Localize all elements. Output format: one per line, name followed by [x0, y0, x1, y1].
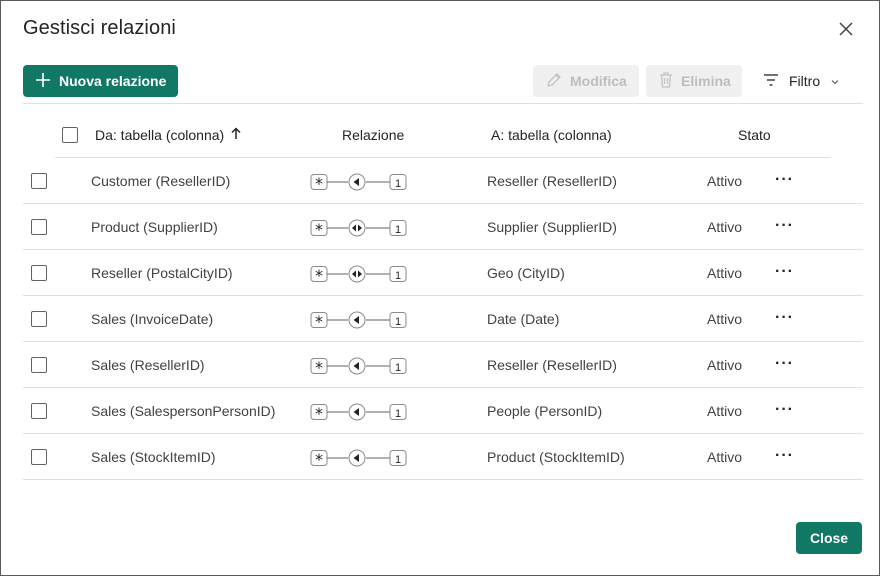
one-label: 1 — [395, 408, 401, 420]
edit-button[interactable]: Modifica — [533, 65, 639, 97]
from-cell: Sales (ResellerID) — [91, 357, 205, 373]
many-label: * — [315, 450, 323, 468]
new-relationship-button[interactable]: Nuova relazione — [23, 65, 179, 97]
from-cell: Customer (ResellerID) — [91, 173, 231, 189]
manage-relationships-dialog: Gestisci relazioni Nuova relazione Modif… — [0, 0, 880, 576]
to-cell: Geo (CityID) — [487, 265, 565, 281]
one-label: 1 — [395, 178, 401, 190]
more-icon[interactable]: ··· — [775, 217, 794, 235]
from-cell: Product (SupplierID) — [91, 219, 218, 235]
filter-icon — [763, 73, 779, 90]
row-checkbox[interactable] — [31, 311, 47, 327]
one-label: 1 — [395, 454, 401, 466]
row-checkbox[interactable] — [31, 265, 47, 281]
toolbar: Nuova relazione Modifica Elimina Filtro — [23, 65, 863, 97]
table-row[interactable]: Reseller (PostalCityID) * 1 Geo (CityID) Att… — [23, 250, 863, 296]
table-row[interactable]: Sales (StockItemID) * 1 Product (StockItemI… — [23, 434, 863, 480]
close-button[interactable]: Close — [796, 522, 862, 554]
table-row[interactable]: Product (SupplierID) * 1 Supplier (Supplier… — [23, 204, 863, 250]
column-header-to: A: tabella (colonna) — [491, 127, 612, 143]
relationship-cardinality-icon: * 1 — [310, 172, 410, 193]
table-row[interactable]: Sales (ResellerID) * 1 Reseller (ResellerID… — [23, 342, 863, 388]
status-cell: Attivo — [707, 357, 743, 373]
from-cell: Sales (InvoiceDate) — [91, 311, 214, 327]
more-icon[interactable]: ··· — [775, 447, 794, 465]
row-checkbox[interactable] — [31, 219, 47, 235]
row-checkbox[interactable] — [31, 449, 47, 465]
more-icon[interactable]: ··· — [775, 401, 794, 419]
trash-icon — [658, 71, 674, 92]
select-all-checkbox[interactable] — [62, 127, 78, 143]
one-label: 1 — [395, 316, 401, 328]
to-cell: People (PersonID) — [487, 403, 603, 419]
many-label: * — [315, 404, 323, 422]
delete-label: Elimina — [681, 73, 731, 89]
many-label: * — [315, 174, 323, 192]
more-icon[interactable]: ··· — [775, 355, 794, 373]
table-row[interactable]: Customer (ResellerID) * 1 Reseller (Reselle… — [23, 158, 863, 204]
new-relationship-label: Nuova relazione — [59, 73, 167, 89]
to-cell: Supplier (SupplierID) — [487, 219, 617, 235]
table-row[interactable]: Sales (InvoiceDate) * 1 Date (Date) Attivo ··… — [23, 296, 863, 342]
status-cell: Attivo — [707, 403, 743, 419]
dialog-title: Gestisci relazioni — [23, 17, 176, 39]
status-cell: Attivo — [707, 265, 743, 281]
to-cell: Product (StockItemID) — [487, 449, 625, 465]
more-icon[interactable]: ··· — [775, 171, 794, 189]
arrow-up-icon — [231, 127, 241, 143]
chevron-down-icon — [830, 73, 840, 89]
relationship-cardinality-icon: * 1 — [310, 264, 410, 285]
row-checkbox[interactable] — [31, 173, 47, 189]
pencil-icon — [545, 71, 563, 92]
row-checkbox[interactable] — [31, 357, 47, 373]
table-header: Da: tabella (colonna) Relazione A: tabel… — [55, 113, 831, 158]
to-cell: Date (Date) — [487, 311, 560, 327]
more-icon[interactable]: ··· — [775, 309, 794, 327]
column-header-from[interactable]: Da: tabella (colonna) — [95, 127, 241, 143]
to-cell: Reseller (ResellerID) — [487, 357, 617, 373]
relationship-cardinality-icon: * 1 — [310, 448, 410, 469]
edit-label: Modifica — [570, 73, 627, 89]
column-header-status: Stato — [738, 127, 771, 143]
close-icon[interactable] — [837, 20, 855, 38]
more-icon[interactable]: ··· — [775, 263, 794, 281]
from-cell: Sales (StockItemID) — [91, 449, 216, 465]
many-label: * — [315, 220, 323, 238]
from-cell: Reseller (PostalCityID) — [91, 265, 233, 281]
table-row[interactable]: Sales (SalespersonPersonID) * 1 People (Per… — [23, 388, 863, 434]
one-label: 1 — [395, 224, 401, 236]
column-header-relation: Relazione — [342, 127, 405, 143]
filter-button[interactable]: Filtro — [763, 65, 840, 97]
many-label: * — [315, 358, 323, 376]
many-label: * — [315, 312, 323, 330]
plus-icon — [35, 72, 51, 91]
relationship-cardinality-icon: * 1 — [310, 310, 410, 331]
row-checkbox[interactable] — [31, 403, 47, 419]
status-cell: Attivo — [707, 449, 743, 465]
one-label: 1 — [395, 270, 401, 282]
status-cell: Attivo — [707, 311, 743, 327]
one-label: 1 — [395, 362, 401, 374]
toolbar-divider — [23, 103, 863, 104]
to-cell: Reseller (ResellerID) — [487, 173, 617, 189]
status-cell: Attivo — [707, 173, 743, 189]
relationship-cardinality-icon: * 1 — [310, 402, 410, 423]
column-header-from-label: Da: tabella (colonna) — [95, 127, 225, 143]
delete-button[interactable]: Elimina — [646, 65, 742, 97]
relationship-cardinality-icon: * 1 — [310, 356, 410, 377]
status-cell: Attivo — [707, 219, 743, 235]
filter-label: Filtro — [789, 73, 821, 89]
from-cell: Sales (SalespersonPersonID) — [91, 403, 276, 419]
relationship-cardinality-icon: * 1 — [310, 218, 410, 239]
many-label: * — [315, 266, 323, 284]
